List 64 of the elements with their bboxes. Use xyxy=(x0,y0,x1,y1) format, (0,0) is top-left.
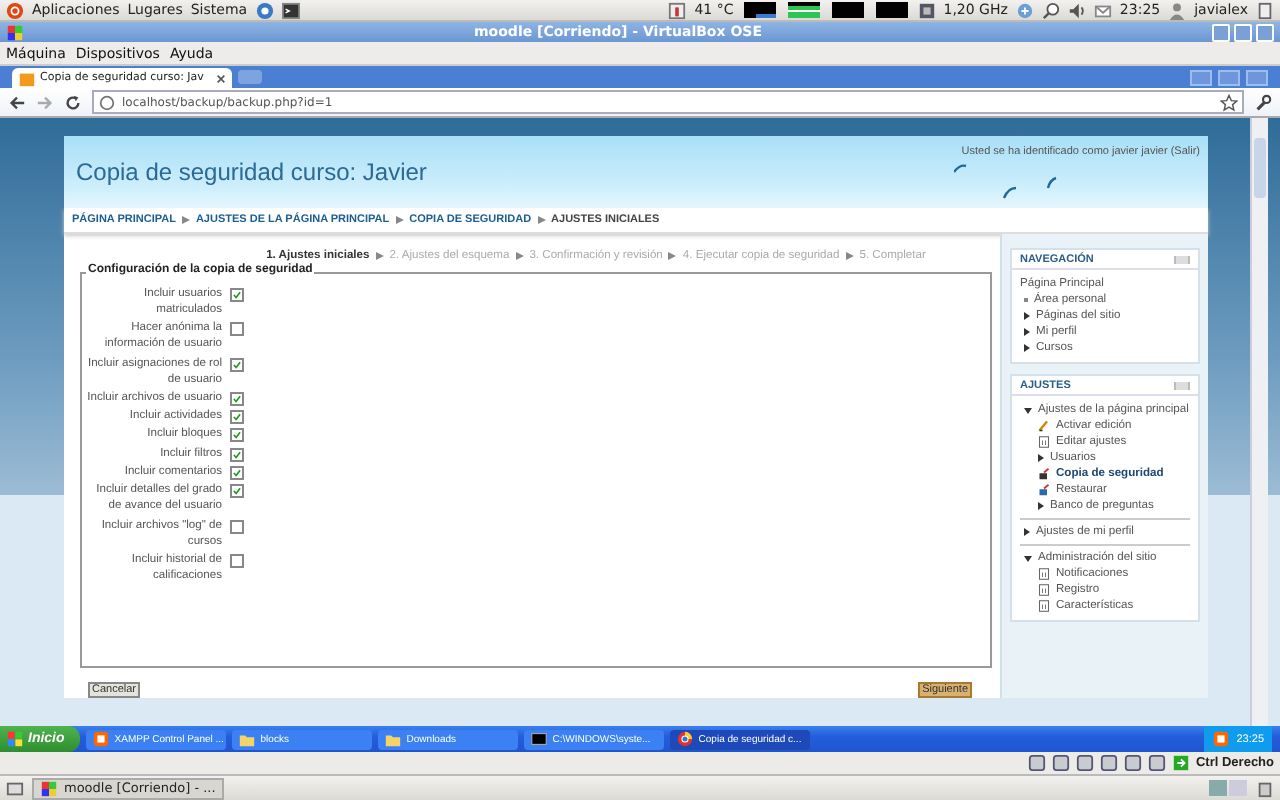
page-title: Copia de seguridad curso: Javier xyxy=(76,158,427,186)
thermometer-icon xyxy=(668,1,687,19)
workspace-switcher-icon[interactable] xyxy=(1208,778,1248,798)
checkbox[interactable] xyxy=(230,484,244,499)
disk-graph xyxy=(873,2,910,18)
desktop-icon[interactable] xyxy=(6,779,24,797)
checkbox[interactable] xyxy=(230,322,244,337)
checkbox[interactable] xyxy=(230,519,244,534)
document-icon xyxy=(1038,584,1050,596)
separator-icon xyxy=(668,252,677,260)
scrollbar[interactable] xyxy=(1250,118,1268,726)
reload-icon[interactable] xyxy=(64,93,82,111)
cpu-graph xyxy=(741,2,778,18)
separator-icon xyxy=(395,216,404,224)
windows-logo-icon xyxy=(6,730,24,748)
wrench-icon[interactable] xyxy=(1254,93,1272,111)
restore-icon xyxy=(1038,484,1050,496)
star-icon[interactable] xyxy=(1220,93,1238,111)
search-icon[interactable] xyxy=(1041,1,1060,19)
checkbox[interactable] xyxy=(230,410,244,425)
document-icon xyxy=(1038,568,1050,580)
separator-icon xyxy=(537,216,546,224)
separator-icon xyxy=(181,216,190,224)
collapsed-icon[interactable] xyxy=(1038,454,1044,462)
page-icon xyxy=(98,93,116,111)
globe-icon[interactable] xyxy=(255,1,274,19)
expanded-icon[interactable] xyxy=(1024,408,1032,414)
checkbox[interactable] xyxy=(230,428,244,443)
app-icon[interactable] xyxy=(1212,730,1231,748)
separator-icon xyxy=(375,252,384,260)
folder-icon xyxy=(238,730,257,748)
checkbox[interactable] xyxy=(230,391,244,406)
browser-icon xyxy=(676,730,695,748)
folder-icon xyxy=(384,730,403,748)
app-icon xyxy=(40,779,58,797)
console-icon xyxy=(530,730,549,748)
memory-graph xyxy=(785,2,822,18)
document-icon xyxy=(1038,600,1050,612)
checkbox[interactable] xyxy=(230,447,244,462)
network-graph xyxy=(829,2,866,18)
volume-icon[interactable] xyxy=(1067,1,1086,19)
favicon-icon xyxy=(18,69,36,87)
arrow-icon xyxy=(1171,754,1190,772)
forward-icon[interactable] xyxy=(36,93,54,111)
document-icon xyxy=(1038,436,1050,448)
expanded-icon[interactable] xyxy=(1024,556,1032,562)
app-icon xyxy=(92,730,111,748)
backup-icon xyxy=(1038,468,1050,480)
separator-icon xyxy=(845,252,854,260)
separator-icon xyxy=(515,252,524,260)
checkbox[interactable] xyxy=(230,357,244,372)
checkbox[interactable] xyxy=(230,288,244,302)
back-icon[interactable] xyxy=(8,93,26,111)
pencil-icon xyxy=(1038,420,1050,432)
checkbox[interactable] xyxy=(230,466,244,481)
app-icon xyxy=(6,23,24,41)
collapsed-icon[interactable] xyxy=(1024,528,1030,536)
user-icon[interactable] xyxy=(1168,1,1187,19)
terminal-icon[interactable] xyxy=(281,1,300,19)
mail-icon[interactable] xyxy=(1093,1,1112,19)
collapsed-icon[interactable] xyxy=(1038,502,1044,510)
logo-icon[interactable] xyxy=(6,1,24,19)
close-tab-icon[interactable] xyxy=(216,73,226,83)
checkbox[interactable] xyxy=(230,553,244,568)
